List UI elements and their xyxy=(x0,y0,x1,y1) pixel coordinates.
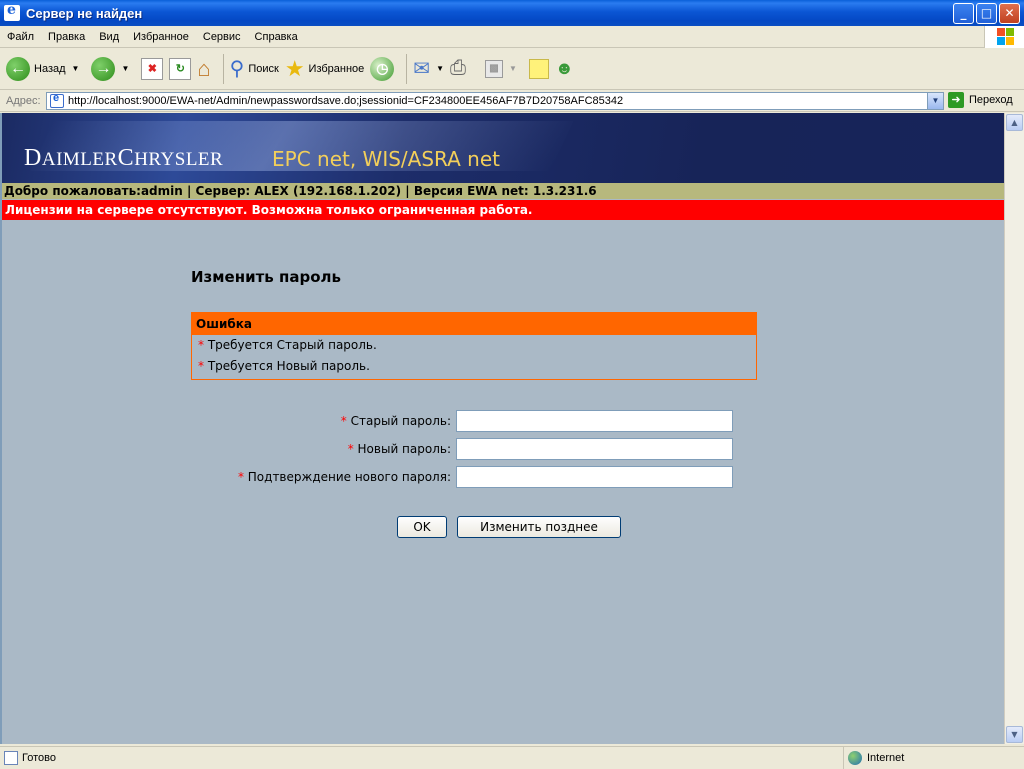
license-warning-bar: Лицензии на сервере отсутствуют. Возможн… xyxy=(2,200,1004,220)
toolbar: ← Назад ▼ → ▼ ✖ ↻ ⌂ ⚲ Поиск ★ Избранное … xyxy=(0,48,1024,90)
security-zone: Internet xyxy=(843,747,904,769)
scroll-down-icon[interactable]: ▼ xyxy=(1006,726,1023,743)
mail-dropdown-icon[interactable]: ▼ xyxy=(436,64,444,73)
discuss-button[interactable] xyxy=(528,51,549,87)
history-button[interactable]: ◷ xyxy=(370,51,395,87)
page-status-icon xyxy=(4,750,18,765)
search-icon: ⚲ xyxy=(229,58,245,80)
welcome-info-bar: Добро пожаловать:admin | Сервер: ALEX (1… xyxy=(2,183,1004,199)
vertical-scrollbar[interactable]: ▲ ▼ xyxy=(1004,113,1024,744)
maximize-button[interactable]: □ xyxy=(976,3,997,24)
header-banner: DAIMLERCHRYSLER EPC net, WIS/ASRA net xyxy=(2,113,1004,183)
ok-button[interactable]: OK xyxy=(397,516,447,538)
edit-button[interactable]: ▩ ▼ xyxy=(484,51,517,87)
window-controls: _ □ ✕ xyxy=(953,3,1020,24)
error-item: * Требуется Новый пароль. xyxy=(198,359,370,373)
globe-icon xyxy=(848,751,862,765)
go-button[interactable]: ➜ Переход xyxy=(948,92,1013,108)
zone-label: Internet xyxy=(867,752,905,764)
stop-icon: ✖ xyxy=(141,57,164,80)
search-button[interactable]: ⚲ Поиск xyxy=(230,51,279,87)
scroll-up-icon[interactable]: ▲ xyxy=(1006,114,1023,131)
menu-bar: Файл Правка Вид Избранное Сервис Справка xyxy=(0,26,1024,48)
print-button[interactable]: ⎙ xyxy=(450,51,466,87)
page-icon xyxy=(50,92,64,108)
address-bar: Адрес: http://localhost:9000/EWA-net/Adm… xyxy=(0,90,1024,112)
windows-logo-icon xyxy=(984,26,1024,48)
page-viewport: DAIMLERCHRYSLER EPC net, WIS/ASRA net До… xyxy=(0,113,1004,744)
printer-icon: ⎙ xyxy=(449,57,466,79)
ie-icon xyxy=(4,2,20,21)
address-dropdown-icon[interactable]: ▼ xyxy=(927,93,943,109)
daimlerchrysler-logo: DAIMLERCHRYSLER xyxy=(24,145,224,171)
home-icon: ⌂ xyxy=(197,55,211,81)
confirm-password-input[interactable] xyxy=(456,466,733,488)
favorites-label: Избранное xyxy=(308,62,365,75)
search-label: Поиск xyxy=(248,62,279,75)
go-arrow-icon: ➜ xyxy=(948,92,964,108)
minimize-button[interactable]: _ xyxy=(953,3,974,24)
address-input[interactable]: http://localhost:9000/EWA-net/Admin/newp… xyxy=(46,92,944,110)
refresh-button[interactable]: ↻ xyxy=(169,51,192,87)
old-password-row: * Старый пароль: xyxy=(191,410,733,432)
product-name: EPC net, WIS/ASRA net xyxy=(272,147,500,171)
error-item: * Требуется Старый пароль. xyxy=(198,338,377,352)
confirm-password-row: * Подтверждение нового пароля: xyxy=(191,466,733,488)
status-text: Готово xyxy=(22,751,56,764)
star-icon: ★ xyxy=(284,55,305,81)
close-button[interactable]: ✕ xyxy=(999,3,1020,24)
address-url[interactable]: http://localhost:9000/EWA-net/Admin/newp… xyxy=(68,95,623,107)
new-password-label: * Новый пароль: xyxy=(347,442,451,456)
back-dropdown-icon[interactable]: ▼ xyxy=(72,64,80,73)
mail-button[interactable]: ✉ ▼ xyxy=(413,51,444,87)
menu-tools[interactable]: Сервис xyxy=(196,31,248,43)
messenger-icon: ☻ xyxy=(554,58,574,78)
change-later-button[interactable]: Изменить позднее xyxy=(457,516,621,538)
window-title: Сервер не найден xyxy=(26,5,143,21)
note-icon xyxy=(528,58,549,79)
forward-dropdown-icon[interactable]: ▼ xyxy=(121,64,129,73)
edit-dropdown-icon[interactable]: ▼ xyxy=(509,64,517,73)
go-label: Переход xyxy=(969,94,1013,106)
old-password-input[interactable] xyxy=(456,410,733,432)
messenger-button[interactable]: ☻ xyxy=(555,51,574,87)
menu-help[interactable]: Справка xyxy=(248,31,305,43)
menu-view[interactable]: Вид xyxy=(92,31,126,43)
new-password-input[interactable] xyxy=(456,438,733,460)
toolbar-separator xyxy=(478,54,479,84)
confirm-password-label: * Подтверждение нового пароля: xyxy=(237,470,451,484)
page-title: Изменить пароль xyxy=(191,268,341,286)
menu-favorites[interactable]: Избранное xyxy=(126,31,196,43)
mail-icon: ✉ xyxy=(413,58,431,80)
home-button[interactable]: ⌂ xyxy=(197,51,210,87)
error-header: Ошибка xyxy=(192,313,756,335)
back-button[interactable]: ← Назад ▼ xyxy=(6,51,79,87)
menu-file[interactable]: Файл xyxy=(0,31,41,43)
refresh-icon: ↻ xyxy=(169,57,192,80)
forward-button[interactable]: → ▼ xyxy=(91,51,129,87)
forward-arrow-icon: → xyxy=(91,56,116,81)
toolbar-separator xyxy=(406,53,408,84)
error-box: Ошибка * Требуется Старый пароль. * Треб… xyxy=(191,312,757,380)
menu-edit[interactable]: Правка xyxy=(41,31,92,43)
new-password-row: * Новый пароль: xyxy=(191,438,733,460)
window-title-bar: Сервер не найден _ □ ✕ xyxy=(0,0,1024,26)
toolbar-separator xyxy=(222,53,224,84)
address-label: Адрес: xyxy=(6,94,41,107)
status-bar: Готово Internet xyxy=(0,746,1024,769)
back-label: Назад xyxy=(34,62,66,75)
history-icon: ◷ xyxy=(370,56,395,81)
favorites-button[interactable]: ★ Избранное xyxy=(285,51,364,87)
edit-icon: ▩ xyxy=(484,59,503,78)
stop-button[interactable]: ✖ xyxy=(141,51,164,87)
old-password-label: * Старый пароль: xyxy=(340,414,451,428)
back-arrow-icon: ← xyxy=(6,56,30,81)
